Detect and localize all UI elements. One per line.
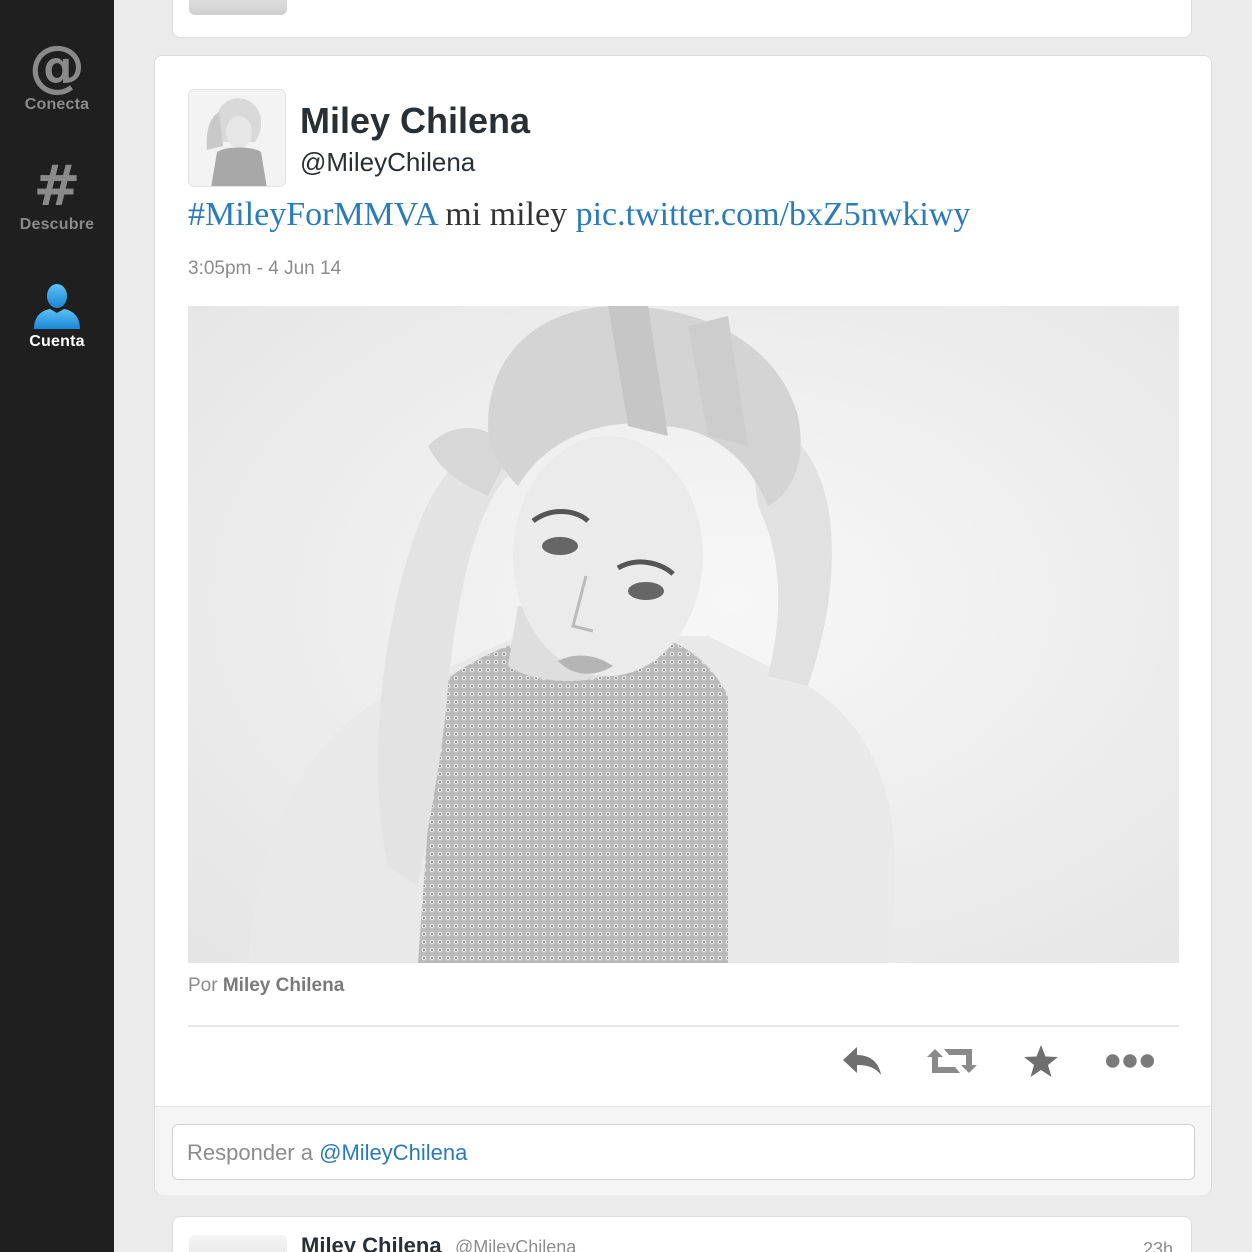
favorite-button[interactable] bbox=[1016, 1039, 1066, 1083]
reply-icon bbox=[843, 1047, 881, 1075]
tweet-card: Miley Chilena @MileyChilena #MileyForMMV… bbox=[154, 55, 1212, 1195]
author-handle[interactable]: @MileyChilena bbox=[300, 147, 475, 178]
user-icon bbox=[34, 284, 80, 329]
media-credit-prefix: Por bbox=[188, 975, 218, 996]
reply-input[interactable]: Responder a @MileyChilena bbox=[172, 1124, 1195, 1180]
photo-image bbox=[188, 306, 1179, 963]
timestamp[interactable]: 3:05pm - 4 Jun 14 bbox=[188, 258, 341, 280]
sidebar-item-descubre[interactable]: # Descubre bbox=[0, 154, 114, 234]
favorite-star-icon bbox=[1024, 1045, 1058, 1077]
previous-tweet-card[interactable] bbox=[172, 0, 1192, 38]
sidebar-item-label: Descubre bbox=[19, 216, 95, 233]
timestamp[interactable]: 23h bbox=[1143, 1239, 1173, 1252]
media-link[interactable]: pic.twitter.com/bxZ5nwkiwy bbox=[576, 196, 971, 233]
tweet-photo[interactable] bbox=[188, 306, 1179, 963]
media-credit: Por Miley Chilena bbox=[188, 975, 344, 997]
media-credit-name[interactable]: Miley Chilena bbox=[223, 975, 344, 996]
avatar-photo bbox=[189, 90, 285, 186]
tweet-body: mi miley bbox=[445, 196, 568, 233]
divider bbox=[188, 1025, 1179, 1027]
sidebar-item-label: Conecta bbox=[24, 96, 90, 113]
hashtag-icon: # bbox=[33, 154, 81, 219]
reply-area: Responder a @MileyChilena bbox=[155, 1106, 1211, 1195]
reply-button[interactable] bbox=[837, 1039, 887, 1083]
author-handle[interactable]: @MileyChilena bbox=[455, 1237, 576, 1252]
sidebar-item-conecta[interactable]: @ Conecta bbox=[0, 34, 114, 114]
tweet-text: #MileyForMMVA mi miley pic.twitter.com/b… bbox=[188, 196, 970, 234]
avatar[interactable] bbox=[189, 0, 287, 15]
next-tweet-card[interactable]: Miley Chilena @MileyChilena 23h bbox=[172, 1216, 1192, 1252]
avatar[interactable] bbox=[189, 1235, 287, 1252]
sidebar-item-label: Cuenta bbox=[29, 333, 85, 350]
at-icon: @ bbox=[29, 34, 85, 99]
author-name[interactable]: Miley Chilena bbox=[300, 100, 530, 142]
sidebar-item-cuenta[interactable]: Cuenta bbox=[0, 283, 114, 351]
retweet-button[interactable] bbox=[927, 1039, 977, 1083]
avatar[interactable] bbox=[188, 89, 286, 187]
reply-placeholder: Responder a bbox=[187, 1140, 313, 1165]
more-icon bbox=[1105, 1054, 1155, 1068]
retweet-icon bbox=[927, 1049, 977, 1073]
hashtag-link[interactable]: #MileyForMMVA bbox=[188, 196, 437, 233]
more-button[interactable] bbox=[1105, 1039, 1155, 1083]
reply-mention: @MileyChilena bbox=[319, 1140, 468, 1165]
author-name[interactable]: Miley Chilena bbox=[301, 1233, 442, 1252]
sidebar: @ Conecta # Descubre Cuenta bbox=[0, 0, 114, 1252]
